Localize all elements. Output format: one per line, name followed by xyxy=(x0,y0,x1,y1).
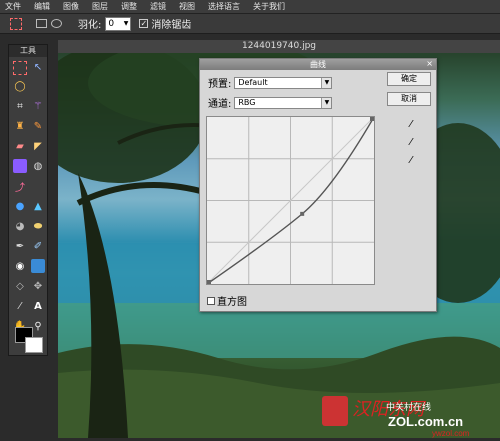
type-tool-icon[interactable]: A xyxy=(31,299,45,313)
sharpen-icon[interactable]: ▲ xyxy=(31,199,45,213)
menu-filter[interactable]: 滤镜 xyxy=(150,1,166,12)
document-title: 1244019740.jpg xyxy=(58,40,500,53)
watermark-right: ywzol.com xyxy=(432,429,470,438)
menu-about[interactable]: 关于我们 xyxy=(253,1,285,12)
rectangle-shape-icon[interactable] xyxy=(31,259,45,273)
feather-input[interactable]: 0 ▼ xyxy=(105,16,132,31)
white-eyedropper-icon[interactable]: ⁄ xyxy=(404,119,418,131)
options-bar: 羽化: 0 ▼ ✓ 消除锯齿 xyxy=(0,14,500,34)
magic-wand-icon[interactable]: ⚚ xyxy=(31,99,45,113)
curve-control-point[interactable] xyxy=(207,280,211,284)
menu-layer[interactable]: 图层 xyxy=(92,1,108,12)
gradient-icon[interactable] xyxy=(13,159,27,173)
pen-icon[interactable]: ✒ xyxy=(13,239,27,253)
pinch-icon[interactable]: ◇ xyxy=(13,279,27,293)
channel-row: 通道: RBG ▼ xyxy=(208,95,333,110)
move-tool-icon[interactable]: ↖ xyxy=(31,60,45,74)
dialog-title: 曲线 xyxy=(200,59,436,70)
blur-icon[interactable]: ● xyxy=(13,199,27,213)
rect-marquee-icon[interactable] xyxy=(36,19,47,28)
menu-bar: 文件 编辑 图像 图层 调整 滤镜 视图 选择语言 关于我们 xyxy=(0,0,500,14)
menu-image[interactable]: 图像 xyxy=(63,1,79,12)
preset-row: 预置: Default ▼ xyxy=(208,75,333,90)
toolbox-panel: 工具 ↖ ◯ ⌗ ⚚ ♜ ✎ ▰ ◤ ◍ ⤴ ● ▲ ◕ ⬬ ✒ ✐ ◉ ◇ ✥… xyxy=(8,44,48,356)
eraser-icon[interactable]: ▰ xyxy=(13,139,27,153)
ellipse-marquee-icon[interactable] xyxy=(51,19,62,28)
crop-icon[interactable]: ⌗ xyxy=(13,99,27,113)
toolbox-title: 工具 xyxy=(9,45,47,57)
histogram-label: 直方图 xyxy=(217,297,247,308)
healing-icon[interactable]: ◤ xyxy=(31,139,45,153)
background-color-swatch[interactable] xyxy=(25,337,43,353)
dodge-icon[interactable]: ◕ xyxy=(13,219,27,233)
antialias-checkbox[interactable]: ✓ xyxy=(139,19,149,28)
menu-view[interactable]: 视图 xyxy=(179,1,195,12)
feather-label: 羽化: xyxy=(78,20,102,31)
watermark-logo: 汉阳东网 中关村在线 ZOL.com.cn ywzol.com xyxy=(320,380,500,438)
histogram-checkbox[interactable] xyxy=(207,296,215,305)
lasso-icon[interactable]: ◯ xyxy=(13,79,27,93)
zoom-icon[interactable]: ⚲ xyxy=(31,319,45,333)
ok-button[interactable]: 确定 xyxy=(387,72,431,86)
close-icon[interactable]: × xyxy=(426,59,433,68)
channel-select[interactable]: RBG ▼ xyxy=(234,96,333,109)
histogram-option[interactable]: 直方图 xyxy=(207,293,247,308)
curve-graph[interactable] xyxy=(206,116,375,285)
menu-file[interactable]: 文件 xyxy=(5,1,21,12)
watermark-brand: 中关村在线 xyxy=(386,401,431,412)
preset-select[interactable]: Default ▼ xyxy=(234,76,333,89)
chevron-down-icon: ▼ xyxy=(321,97,332,108)
menu-language[interactable]: 选择语言 xyxy=(208,1,240,12)
eyedropper-tool-icon[interactable]: ⁄ xyxy=(13,299,27,313)
bucket-icon[interactable]: ◍ xyxy=(31,159,45,173)
preset-label: 预置: xyxy=(208,79,232,90)
curve-control-point[interactable] xyxy=(300,211,305,216)
gray-eyedropper-icon[interactable]: ⁄ xyxy=(404,137,418,149)
curves-dialog: 曲线 × 预置: Default ▼ 通道: RBG ▼ 确定 取消 ⁄ ⁄ ⁄… xyxy=(199,58,437,312)
marquee-tool-icon[interactable] xyxy=(10,17,22,30)
sponge-icon[interactable]: ⬬ xyxy=(31,219,45,233)
chevron-down-icon: ▼ xyxy=(321,77,332,88)
channel-label: 通道: xyxy=(208,99,232,110)
transform-icon[interactable]: ✥ xyxy=(31,279,45,293)
cancel-button[interactable]: 取消 xyxy=(387,92,431,106)
marquee-tool-icon[interactable] xyxy=(13,61,27,75)
pencil-icon[interactable]: ✐ xyxy=(31,239,45,253)
menu-edit[interactable]: 编辑 xyxy=(34,1,50,12)
menu-adjust[interactable]: 调整 xyxy=(121,1,137,12)
watermark-url: ZOL.com.cn xyxy=(388,414,463,429)
seal-stamp xyxy=(322,396,348,426)
eye-icon[interactable]: ◉ xyxy=(13,259,27,273)
curve-control-point[interactable] xyxy=(370,117,374,121)
black-eyedropper-icon[interactable]: ⁄ xyxy=(404,155,418,167)
antialias-label: 消除锯齿 xyxy=(151,20,192,31)
curve-plot[interactable] xyxy=(206,116,375,285)
brush-icon[interactable]: ✎ xyxy=(31,119,45,133)
smudge-icon[interactable]: ⤴ xyxy=(13,179,27,194)
stamp-icon[interactable]: ♜ xyxy=(13,119,27,133)
